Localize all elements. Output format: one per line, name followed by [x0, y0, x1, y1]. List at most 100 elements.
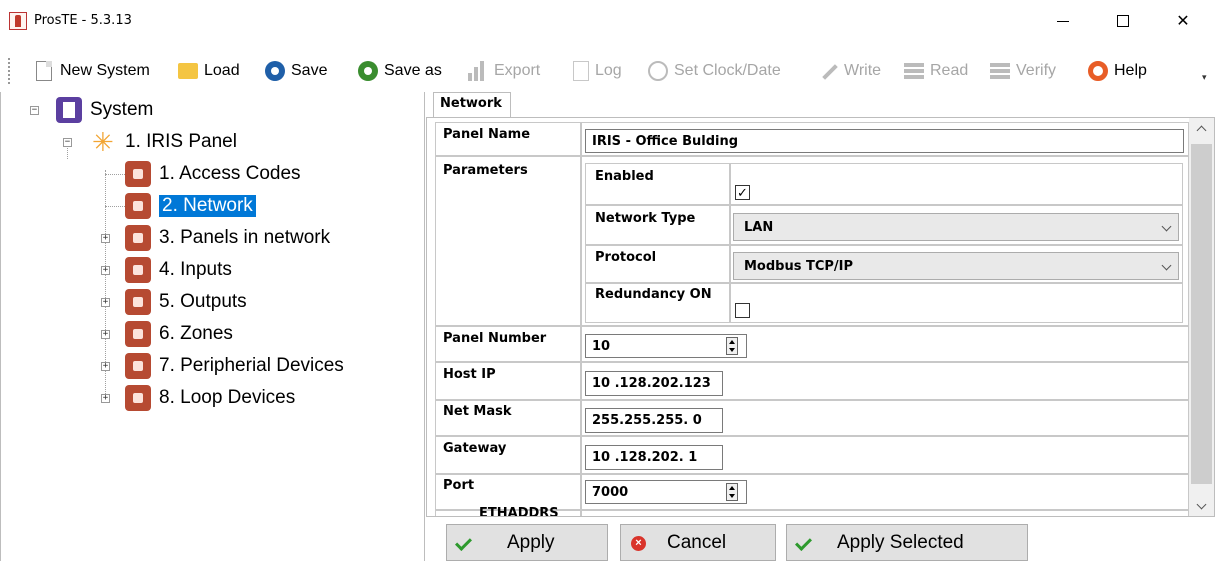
toolbar-overflow-icon[interactable]: ▾ — [1202, 72, 1207, 83]
protocol-select[interactable]: Modbus TCP/IP — [733, 252, 1179, 280]
read-label: Read — [930, 62, 969, 79]
tree-node-label: 3. Panels in network — [159, 227, 331, 248]
panel-name-input[interactable]: IRIS - Office Bulding — [585, 129, 1184, 153]
new-system-label: New System — [60, 62, 150, 79]
net-mask-label: Net Mask — [443, 404, 512, 419]
chevron-up-icon — [1196, 125, 1207, 135]
loop-devices-expand-toggle[interactable]: + — [101, 394, 110, 403]
panel-number-label: Panel Number — [443, 331, 547, 346]
minimize-icon — [1057, 20, 1069, 22]
panel-collapse-toggle[interactable]: − — [63, 138, 72, 147]
tree-node-panels-in-network[interactable]: 3. Panels in network — [125, 224, 330, 252]
maximize-button[interactable] — [1100, 6, 1146, 36]
protocol-label: Protocol — [595, 250, 657, 265]
tree-node-zones[interactable]: 6. Zones — [125, 320, 233, 348]
gateway-input[interactable]: 10 .128.202. 1 — [585, 445, 723, 470]
network-settings-form: Panel Name IRIS - Office Bulding Paramet… — [426, 117, 1215, 517]
write-button[interactable]: Write — [818, 58, 881, 84]
panels-in-network-expand-toggle[interactable]: + — [101, 234, 110, 243]
enabled-value-cell — [730, 163, 1183, 205]
title-bar: ProsTE - 5.3.13 ✕ — [0, 0, 1215, 42]
network-type-select[interactable]: LAN — [733, 213, 1179, 241]
tree-node-system[interactable]: System — [56, 96, 153, 124]
save-as-disk-icon — [358, 61, 378, 81]
tree-node-inputs[interactable]: 4. Inputs — [125, 256, 232, 284]
maximize-icon — [1117, 15, 1129, 27]
tab-network[interactable]: Network — [433, 92, 511, 118]
close-icon: ✕ — [1176, 13, 1190, 30]
network-globe-icon — [125, 193, 151, 219]
tree-node-label: 2. Network — [159, 195, 256, 217]
cancel-button[interactable]: × Cancel — [620, 524, 776, 561]
inputs-arrow-down-icon — [125, 257, 151, 283]
system-icon — [56, 97, 82, 123]
tree-node-iris-panel[interactable]: 1. IRIS Panel — [91, 127, 237, 158]
toolbar-grip[interactable] — [8, 58, 11, 84]
port-spinner[interactable] — [726, 483, 738, 501]
pencil-icon — [818, 61, 838, 81]
export-label: Export — [494, 62, 541, 79]
minimize-button[interactable] — [1040, 6, 1086, 36]
verify-stack-icon — [990, 61, 1010, 81]
apply-button[interactable]: Apply — [446, 524, 608, 561]
tree-node-peripherial-devices[interactable]: 7. Peripherial Devices — [125, 352, 344, 380]
save-as-label: Save as — [384, 62, 442, 79]
scrollbar-thumb[interactable] — [1191, 144, 1212, 484]
tree-node-network[interactable]: 2. Network — [125, 192, 256, 220]
load-button[interactable]: Load — [178, 58, 240, 84]
scroll-down-button[interactable] — [1189, 496, 1214, 516]
tree-node-label: 5. Outputs — [159, 291, 247, 312]
checkmark-icon — [455, 534, 472, 551]
folder-icon — [178, 63, 198, 79]
host-ip-input[interactable]: 10 .128.202.123 — [585, 371, 723, 396]
tree-node-label: 8. Loop Devices — [159, 387, 296, 408]
partial-row-label: ETHADDRS — [479, 506, 559, 517]
save-button[interactable]: Save — [265, 58, 327, 84]
tree-node-loop-devices[interactable]: 8. Loop Devices — [125, 384, 295, 412]
apply-label: Apply — [507, 531, 555, 553]
redundancy-checkbox[interactable] — [735, 303, 750, 318]
apply-selected-button[interactable]: Apply Selected — [786, 524, 1028, 561]
network-type-value: LAN — [744, 219, 774, 235]
help-lifebuoy-icon — [1088, 61, 1108, 81]
export-button[interactable]: Export — [466, 58, 540, 84]
peripherial-devices-expand-toggle[interactable]: + — [101, 362, 110, 371]
verify-button[interactable]: Verify — [990, 58, 1056, 84]
tree-node-access-codes[interactable]: 1. Access Codes — [125, 160, 301, 188]
enabled-label: Enabled — [595, 169, 654, 184]
system-collapse-toggle[interactable]: − — [30, 106, 39, 115]
port-input[interactable]: 7000 — [585, 480, 747, 504]
tree-node-outputs[interactable]: 5. Outputs — [125, 288, 247, 316]
zones-expand-toggle[interactable]: + — [101, 330, 110, 339]
read-button[interactable]: Read — [904, 58, 968, 84]
form-scrollbar[interactable] — [1189, 118, 1214, 516]
parameters-label: Parameters — [443, 163, 528, 178]
chevron-down-icon — [1196, 499, 1207, 509]
inputs-expand-toggle[interactable]: + — [101, 266, 110, 275]
navigation-tree[interactable]: − System − 1. IRIS Panel 1. Access Codes… — [0, 92, 425, 561]
apply-selected-label: Apply Selected — [837, 531, 964, 553]
tree-node-label: 7. Peripherial Devices — [159, 355, 344, 376]
log-button[interactable]: Log — [573, 58, 622, 84]
panel-name-label: Panel Name — [443, 127, 531, 142]
panel-number-spinner[interactable] — [726, 337, 738, 355]
help-button[interactable]: Help — [1088, 58, 1147, 84]
cancel-x-icon: × — [631, 536, 646, 551]
outputs-expand-toggle[interactable]: + — [101, 298, 110, 307]
panels-in-network-icon — [125, 225, 151, 251]
net-mask-input[interactable]: 255.255.255. 0 — [585, 408, 723, 433]
new-system-button[interactable]: New System — [36, 58, 150, 84]
help-label: Help — [1114, 62, 1147, 79]
checkmark-icon — [795, 534, 812, 551]
scroll-up-button[interactable] — [1189, 118, 1214, 138]
set-clock-date-button[interactable]: Set Clock/Date — [648, 58, 781, 84]
panel-number-input[interactable]: 10 — [585, 334, 747, 358]
redundancy-value-cell — [730, 283, 1183, 323]
host-ip-label: Host IP — [443, 367, 496, 382]
enabled-checkbox[interactable]: ✓ — [735, 185, 750, 200]
close-button[interactable]: ✕ — [1160, 6, 1206, 36]
protocol-value: Modbus TCP/IP — [744, 258, 854, 274]
outputs-arrow-up-icon — [125, 289, 151, 315]
network-type-label: Network Type — [595, 211, 696, 226]
save-as-button[interactable]: Save as — [358, 58, 442, 84]
